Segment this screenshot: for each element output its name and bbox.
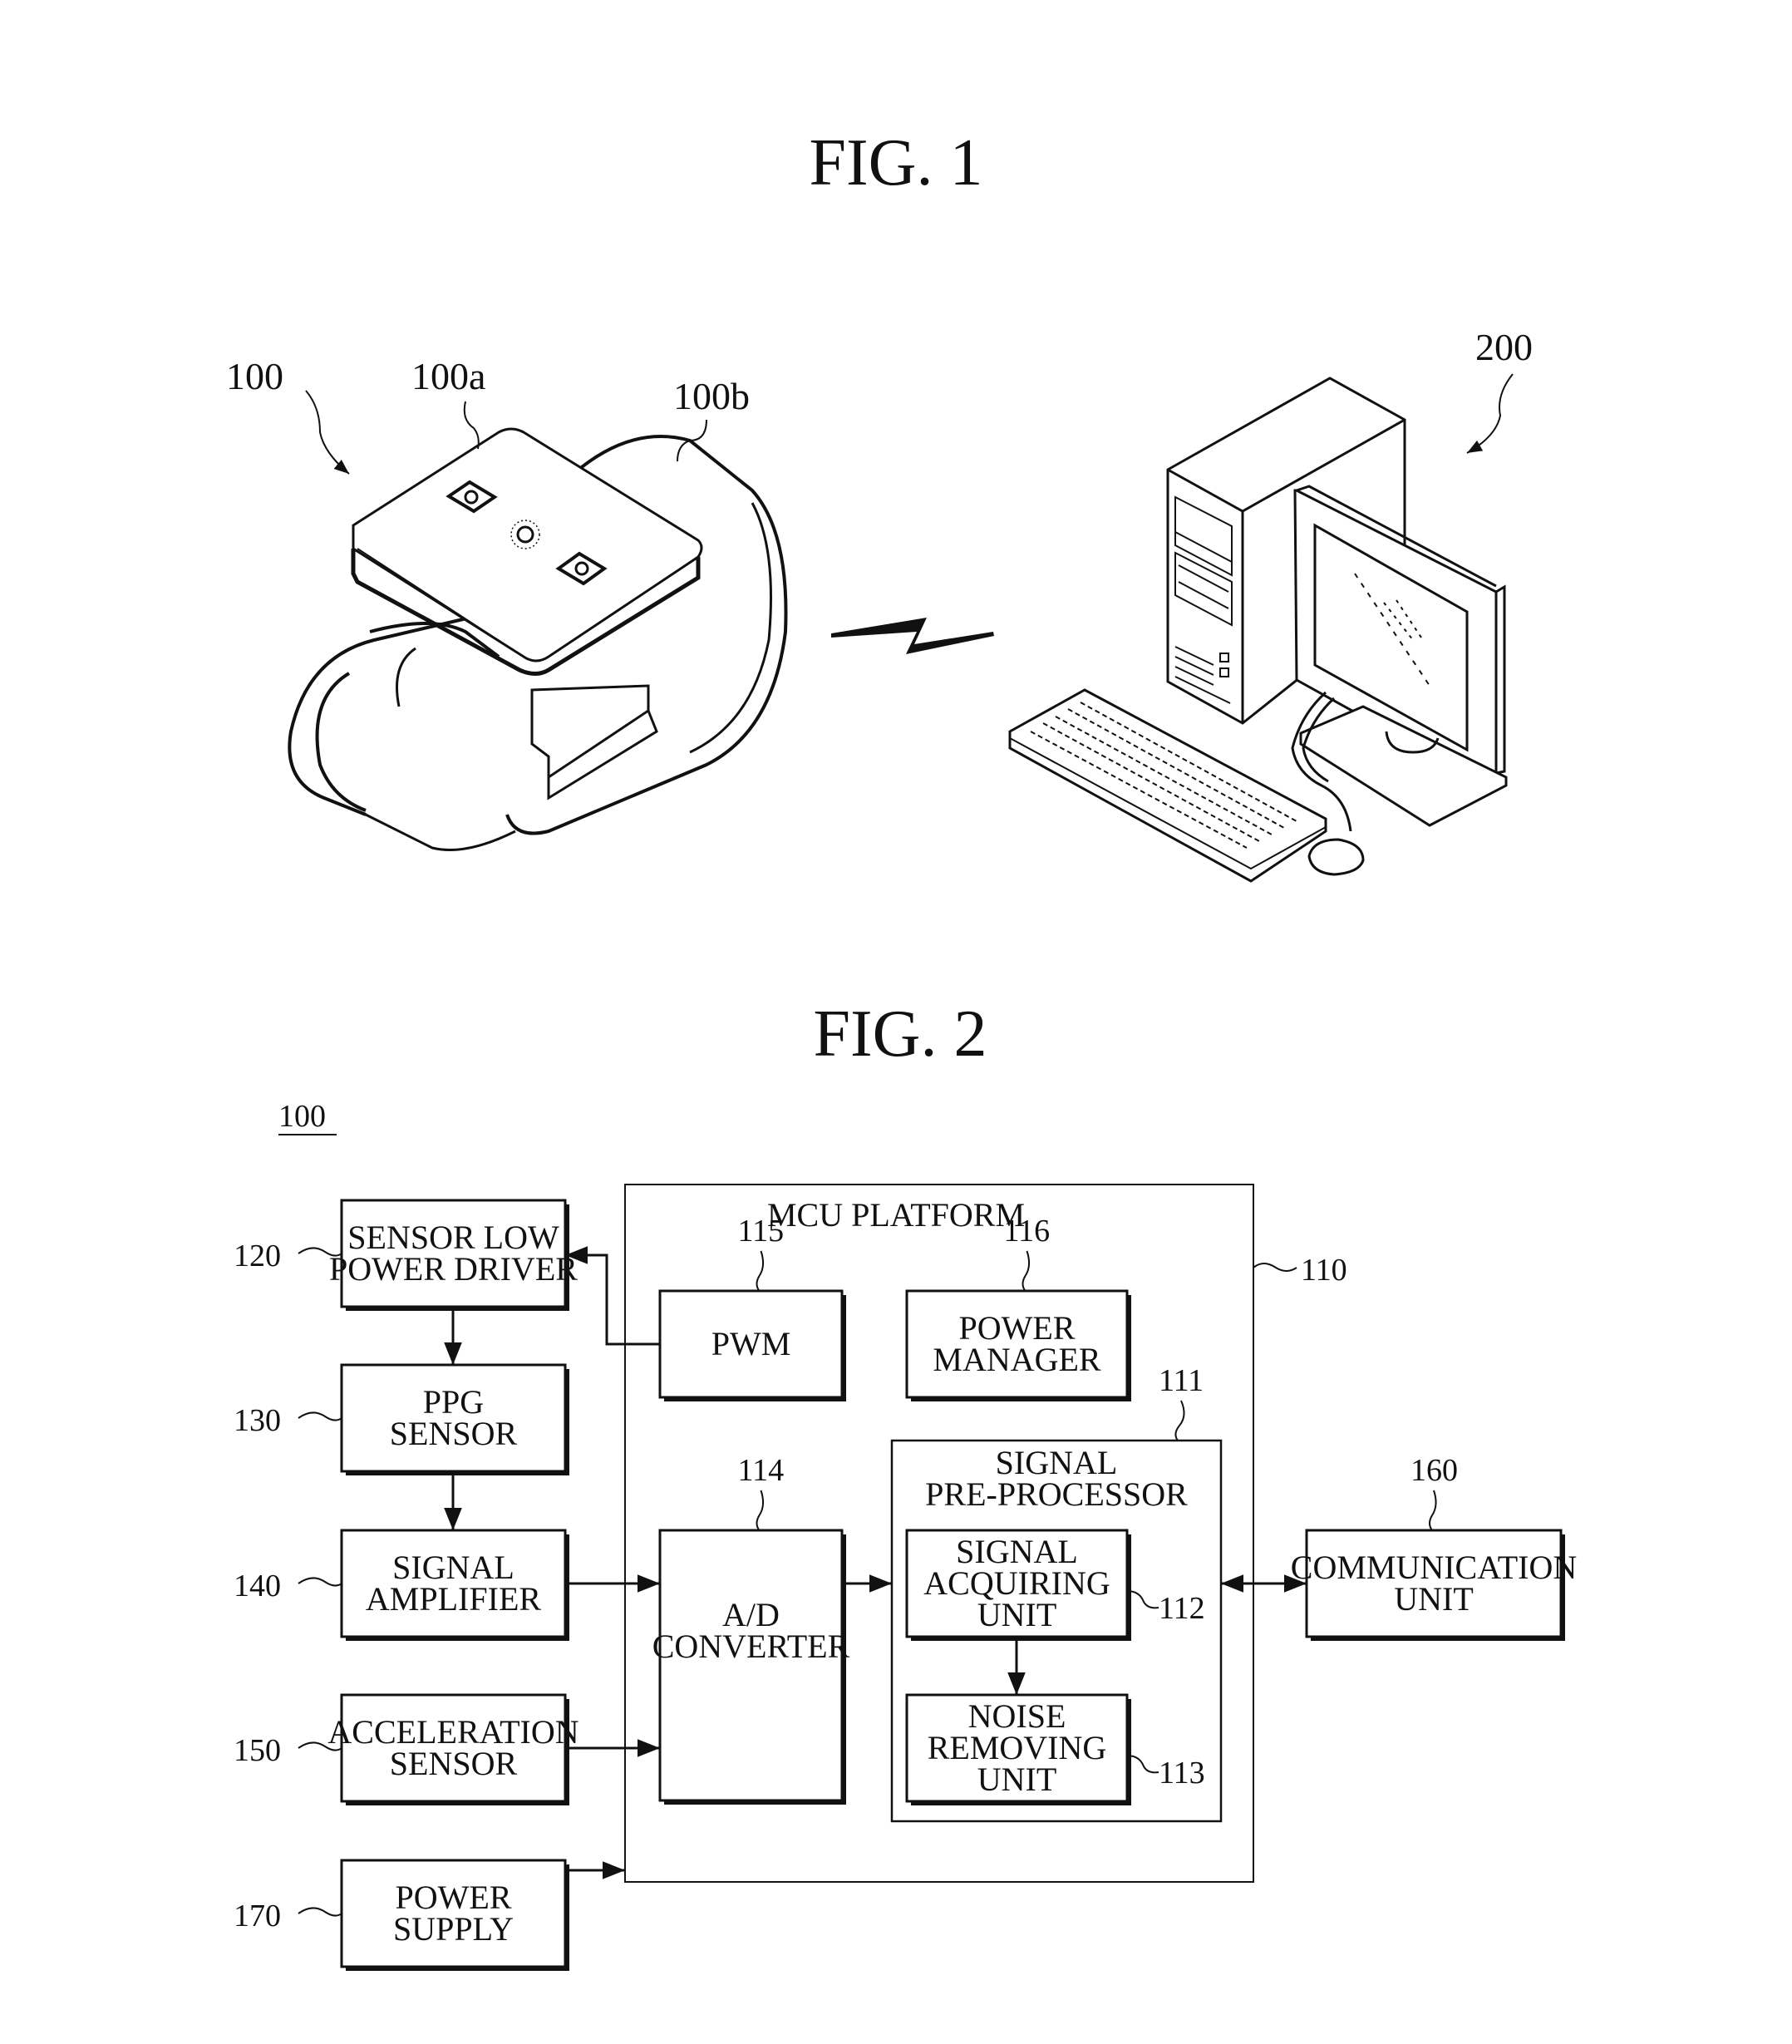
wire-pwm-to-sensor-driver: [565, 1246, 660, 1346]
system-ref-label: 100: [278, 1099, 326, 1134]
leader-line: [1429, 1490, 1437, 1531]
noise-removing-label-line: UNIT: [977, 1761, 1057, 1798]
acceleration-sensor-label-line: SENSOR: [390, 1745, 518, 1782]
sensor-driver-block: SENSOR LOWPOWER DRIVER120: [234, 1199, 578, 1311]
ref-label-113: 113: [1159, 1756, 1205, 1790]
ref-label-112: 112: [1159, 1591, 1205, 1626]
block-frame: [658, 1529, 844, 1802]
ref-label-170: 170: [234, 1899, 281, 1933]
signal-acquiring-label-line: UNIT: [977, 1596, 1057, 1633]
ad-converter-block: A/DCONVERTER114: [652, 1453, 850, 1805]
ref-label-160: 160: [1410, 1453, 1458, 1488]
power-manager-label-line: MANAGER: [933, 1341, 1101, 1378]
wireless-link-icon: [831, 618, 994, 654]
ref-label-116: 116: [1004, 1214, 1051, 1249]
leader-line: [1174, 1400, 1185, 1441]
ref-label-115: 115: [738, 1214, 785, 1249]
ref-label-130: 130: [234, 1403, 281, 1438]
wristband-device-icon: [288, 427, 788, 851]
ref-label-120: 120: [234, 1239, 281, 1273]
noise-removing-block: NOISEREMOVINGUNIT 113: [905, 1693, 1205, 1805]
acceleration-sensor-block: ACCELERATIONSENSOR150: [234, 1693, 579, 1805]
ref-label-200: 200: [1475, 326, 1533, 368]
ref-label-110: 110: [1301, 1253, 1347, 1288]
pwm-block: PWM 115: [658, 1214, 846, 1401]
communication-block: COMMUNICATIONUNIT160: [1291, 1453, 1577, 1641]
figure-2-title: FIG. 2: [814, 997, 987, 1071]
leader-line: [1126, 1590, 1159, 1609]
leader-line: [298, 1577, 342, 1587]
desktop-computer-icon: [1008, 377, 1508, 883]
power-supply-block: POWERSUPPLY170: [234, 1859, 569, 1971]
figure-1-title: FIG. 1: [810, 126, 983, 199]
leader-line: [1022, 1250, 1031, 1292]
mcu-platform-label: MCU PLATFORM: [767, 1196, 1025, 1234]
communication-label-line: UNIT: [1394, 1580, 1474, 1618]
ref-label-111: 111: [1159, 1363, 1204, 1398]
signal-amplifier-block: SIGNALAMPLIFIER140: [234, 1529, 569, 1641]
power-manager-block: POWERMANAGER116: [905, 1214, 1131, 1401]
ref-label-150: 150: [234, 1733, 281, 1768]
leader-line: [756, 1250, 765, 1292]
leader-line: [1126, 1755, 1159, 1774]
ref-label-100b: 100b: [673, 375, 750, 417]
leader-line: [298, 1411, 342, 1421]
ppg-sensor-label-line: SENSOR: [390, 1415, 518, 1452]
ref-label-114: 114: [738, 1453, 785, 1488]
pwm-label-line: PWM: [711, 1325, 791, 1362]
signal-preprocessor-label-line: PRE-PROCESSOR: [925, 1475, 1188, 1513]
ad-converter-label-line: CONVERTER: [652, 1628, 850, 1665]
patent-drawing-sheet: FIG. 1 100 100a 100b 200 FIG. 2 100 MCU …: [226, 126, 1577, 1971]
ref-label-100a: 100a: [411, 355, 485, 397]
block-diagram: SENSOR LOWPOWER DRIVER120PPGSENSOR130SIG…: [234, 1199, 1577, 1971]
sensor-driver-label-line: POWER DRIVER: [329, 1250, 578, 1288]
ref-label-140: 140: [234, 1569, 281, 1603]
leader-line: [298, 1907, 342, 1917]
signal-acquiring-block: SIGNALACQUIRINGUNIT 112: [905, 1529, 1205, 1641]
leader-line: [756, 1490, 765, 1531]
ppg-sensor-block: PPGSENSOR130: [234, 1363, 569, 1475]
figure-2: FIG. 2 100 MCU PLATFORM 110 SENSOR LOWPO…: [234, 997, 1577, 1971]
figure-1: FIG. 1 100 100a 100b 200: [226, 126, 1533, 883]
power-supply-label-line: SUPPLY: [393, 1910, 514, 1948]
signal-amplifier-label-line: AMPLIFIER: [366, 1580, 541, 1618]
ref-label-100: 100: [226, 355, 283, 397]
